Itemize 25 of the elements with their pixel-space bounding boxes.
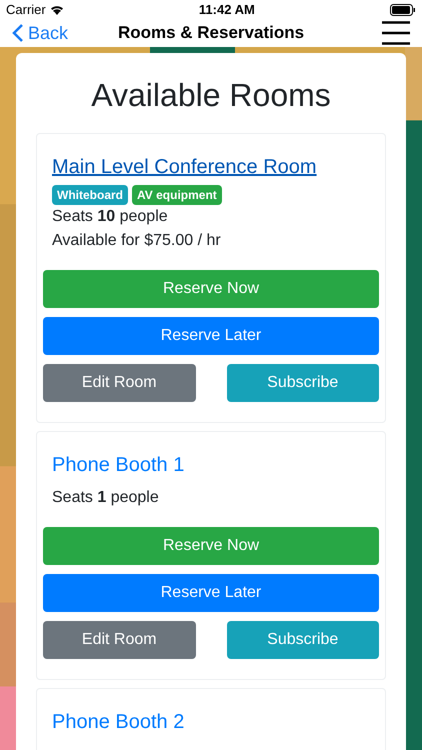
action-button[interactable]: Edit Room [43, 620, 196, 658]
chevron-left-icon [12, 23, 24, 43]
wifi-icon [50, 4, 64, 15]
tag: AV equipment [132, 184, 222, 204]
room-title-link[interactable]: Main Level Conference Room [52, 154, 317, 180]
action-button[interactable]: Reserve Now [43, 270, 379, 308]
action-button[interactable]: Reserve Now [43, 526, 379, 564]
action-button[interactable]: Edit Room [43, 364, 196, 402]
action-button[interactable]: Reserve Later [43, 316, 379, 354]
tag: Whiteboard [52, 184, 128, 204]
action-button[interactable]: Subscribe [226, 620, 379, 658]
page-heading: Available Rooms [90, 76, 332, 114]
carrier-label: Carrier [6, 1, 46, 19]
room-detail: Seats 1 people [52, 488, 160, 508]
back-button[interactable]: Back [12, 20, 68, 46]
action-button[interactable]: Subscribe [226, 364, 379, 402]
room-title-link[interactable]: Phone Booth 1 [52, 452, 184, 478]
menu-icon[interactable] [382, 21, 410, 45]
room-title-link[interactable]: Phone Booth 2 [52, 708, 184, 734]
status-time: 11:42 AM [198, 1, 255, 19]
nav-title: Rooms & Reservations [118, 22, 304, 44]
room-detail: Available for $75.00 / hr [52, 230, 222, 250]
battery-icon [390, 4, 416, 16]
action-button[interactable]: Reserve Later [43, 574, 379, 612]
room-detail: Seats 10 people [52, 206, 169, 226]
